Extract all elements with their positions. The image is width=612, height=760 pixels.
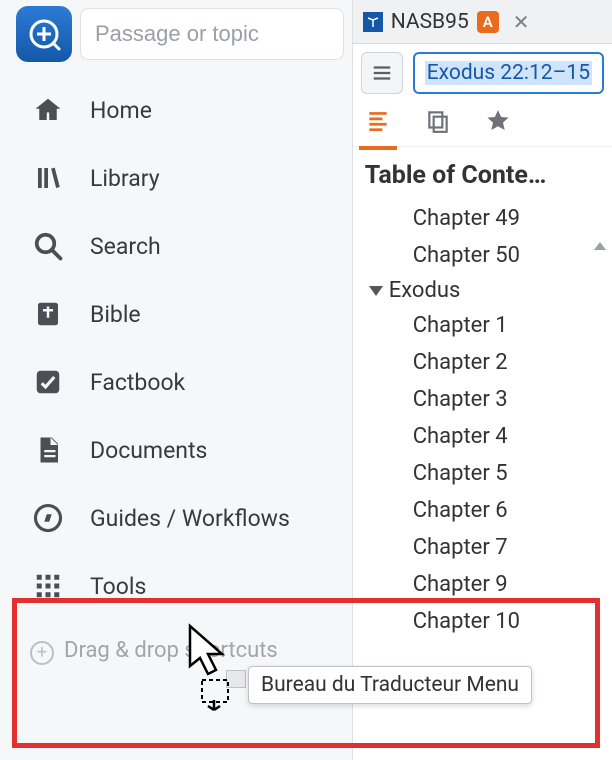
library-icon: [30, 160, 66, 196]
audio-badge[interactable]: A: [477, 11, 499, 33]
drag-tooltip: Bureau du Traducteur Menu: [248, 666, 532, 704]
toc-chapter[interactable]: Chapter 49: [369, 200, 612, 237]
sidebar-item-home[interactable]: Home: [12, 76, 352, 144]
app-logo[interactable]: [16, 6, 72, 62]
toc-view-button[interactable]: [365, 108, 391, 140]
compass-icon: [30, 500, 66, 536]
toc-chapter[interactable]: Chapter 9: [369, 566, 612, 603]
sidebar: Home Library Search Bible: [0, 0, 353, 760]
logo-icon: [26, 16, 62, 52]
sidebar-item-factbook[interactable]: Factbook: [12, 348, 352, 416]
grid-icon: [30, 568, 66, 604]
passage-search-input[interactable]: [95, 21, 329, 47]
toc-chapter[interactable]: Chapter 1: [369, 307, 612, 344]
sidebar-item-label: Documents: [90, 437, 207, 464]
toc-chapter[interactable]: Chapter 6: [369, 492, 612, 529]
toc-chapter[interactable]: Chapter 50: [369, 237, 612, 274]
documents-icon: [30, 432, 66, 468]
toc-chapter[interactable]: Chapter 4: [369, 418, 612, 455]
toc-chapter[interactable]: Chapter 10: [369, 603, 612, 640]
sidebar-item-documents[interactable]: Documents: [12, 416, 352, 484]
plus-circle-icon: +: [30, 641, 54, 665]
passage-search[interactable]: [80, 8, 344, 60]
bible-icon: [30, 296, 66, 332]
toc-chapter[interactable]: Chapter 7: [369, 529, 612, 566]
sidebar-item-tools[interactable]: Tools: [12, 552, 352, 620]
sidebar-item-bible[interactable]: Bible: [12, 280, 352, 348]
sidebar-item-label: Bible: [90, 301, 141, 328]
sidebar-item-label: Home: [90, 97, 152, 124]
reference-bar: Exodus 22:12–15: [353, 44, 612, 102]
close-tab-button[interactable]: ✕: [507, 10, 536, 34]
reference-input[interactable]: Exodus 22:12–15: [413, 52, 604, 94]
factbook-icon: [30, 364, 66, 400]
resource-toolbar: [353, 102, 612, 147]
toc-book-label: Exodus: [389, 278, 461, 303]
resource-panel: NASB95 A ✕ Exodus 22:12–15 Table of Cont…: [353, 0, 612, 760]
toc-book-exodus[interactable]: Exodus: [369, 274, 612, 307]
sidebar-top: [12, 0, 352, 70]
drag-preview-icon: [226, 670, 246, 688]
table-of-contents: Chapter 49 Chapter 50 Exodus Chapter 1 C…: [353, 200, 612, 640]
toc-chapter[interactable]: Chapter 3: [369, 381, 612, 418]
favorite-button[interactable]: [485, 108, 511, 140]
resource-icon: [363, 12, 383, 32]
sidebar-item-library[interactable]: Library: [12, 144, 352, 212]
reference-value: Exodus 22:12–15: [425, 61, 592, 85]
drag-drop-label: Drag & drop shortcuts: [64, 638, 278, 663]
sidebar-nav: Home Library Search Bible: [12, 70, 352, 620]
sidebar-item-guides[interactable]: Guides / Workflows: [12, 484, 352, 552]
search-icon: [30, 228, 66, 264]
toc-chapter[interactable]: Chapter 2: [369, 344, 612, 381]
toc-chapter[interactable]: Chapter 5: [369, 455, 612, 492]
chevron-down-icon: [369, 286, 383, 296]
sidebar-item-label: Factbook: [90, 369, 185, 396]
home-icon: [30, 92, 66, 128]
sidebar-item-label: Guides / Workflows: [90, 505, 290, 532]
resource-tabbar: NASB95 A ✕: [353, 0, 612, 44]
sidebar-item-label: Library: [90, 165, 160, 192]
parallel-view-button[interactable]: [425, 108, 451, 140]
sidebar-item-label: Search: [90, 233, 161, 260]
sidebar-item-label: Tools: [90, 573, 146, 600]
sidebar-item-search[interactable]: Search: [12, 212, 352, 280]
resource-tab-title[interactable]: NASB95: [391, 10, 469, 34]
scroll-up-arrow-icon[interactable]: [594, 242, 606, 250]
toc-heading: Table of Conte…: [353, 147, 612, 200]
panel-menu-button[interactable]: [361, 52, 403, 94]
